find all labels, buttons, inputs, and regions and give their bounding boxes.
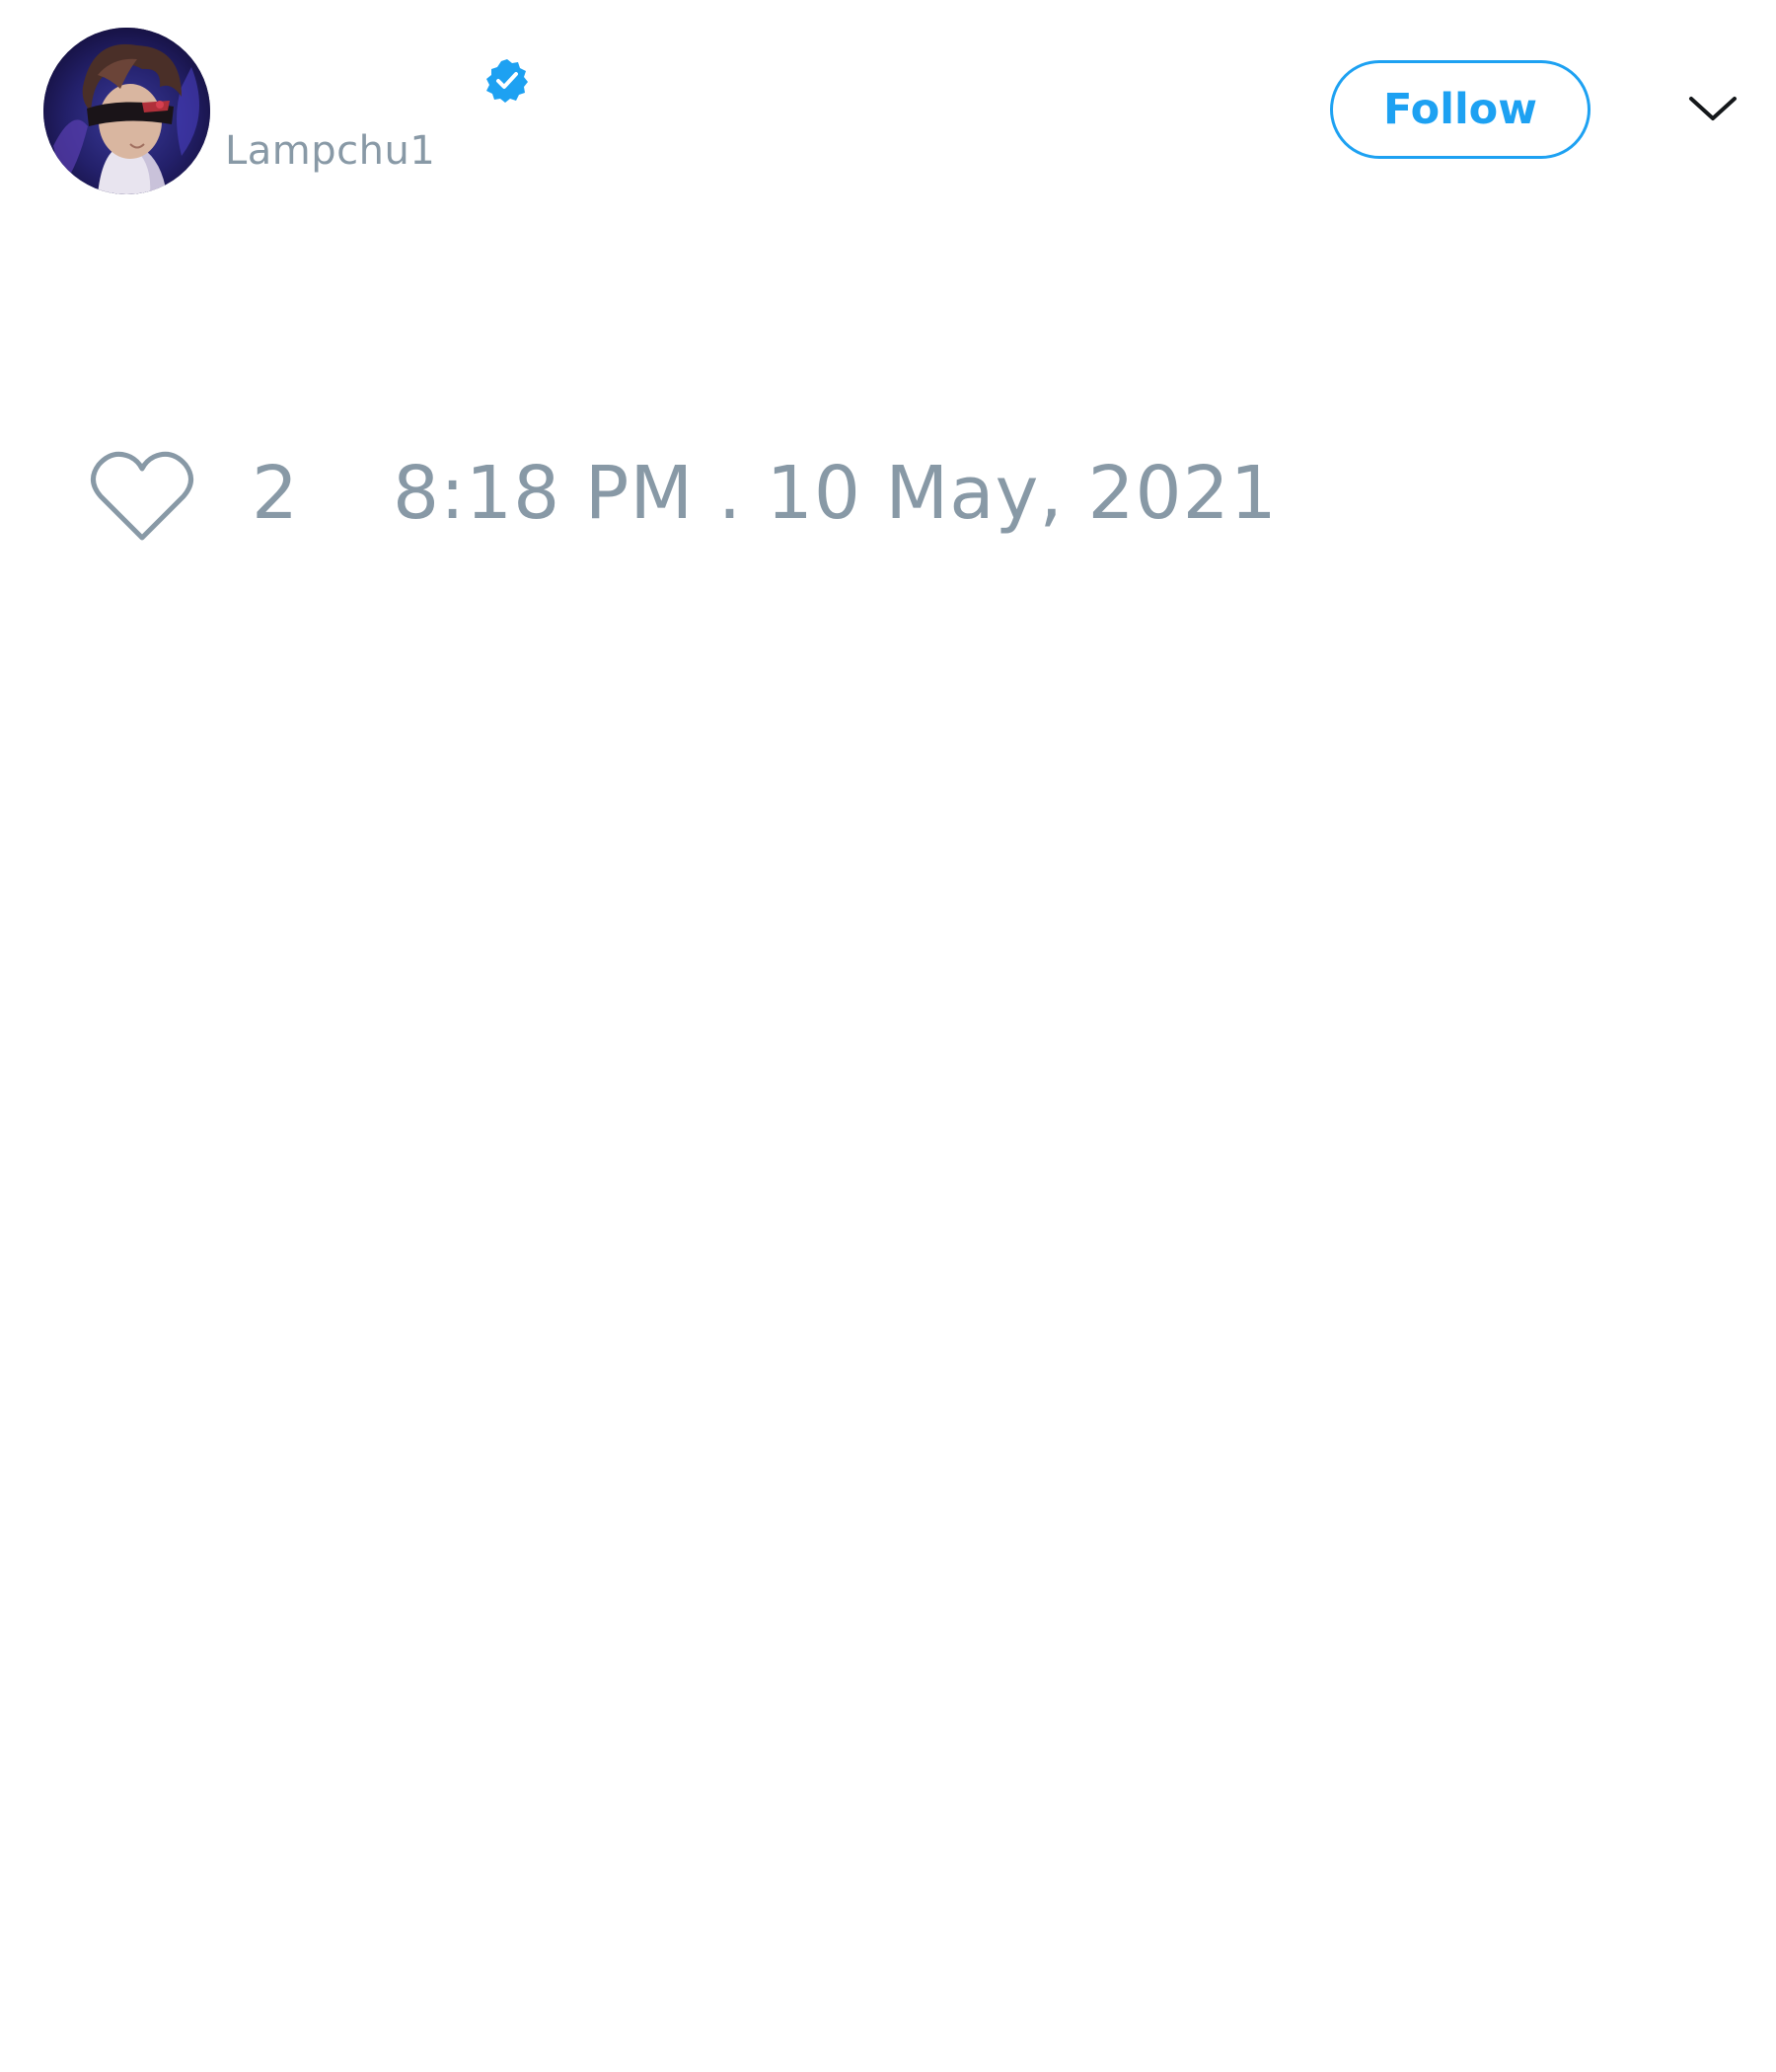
follow-button[interactable]: Follow xyxy=(1330,60,1591,159)
avatar[interactable] xyxy=(43,28,210,194)
tweet-card: Lampchu1 Follow 2 8:18 PM . 10 May, 2021 xyxy=(0,0,1776,2072)
author-handle[interactable]: Lampchu1 xyxy=(225,128,435,174)
tweet-timestamp[interactable]: 8:18 PM . 10 May, 2021 xyxy=(393,453,1278,534)
heart-outline-icon[interactable] xyxy=(89,449,195,544)
tweet-actions: 2 8:18 PM . 10 May, 2021 xyxy=(0,434,1776,553)
chevron-down-icon[interactable] xyxy=(1687,91,1739,126)
verified-badge-icon xyxy=(483,57,531,105)
tweet-header: Lampchu1 Follow xyxy=(0,0,1776,197)
avatar-image xyxy=(43,28,210,194)
like-count: 2 xyxy=(252,451,299,536)
